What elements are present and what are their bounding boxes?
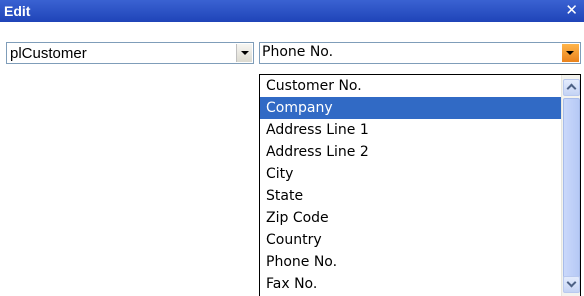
dropdown-option[interactable]: Address Line 2 — [260, 141, 561, 163]
dropdown-option[interactable]: Fax No. — [260, 273, 561, 295]
scroll-thumb[interactable] — [563, 98, 580, 278]
object-combo-dropdown-button[interactable] — [236, 44, 252, 62]
dropdown-option[interactable]: City — [260, 163, 561, 185]
dropdown-option[interactable]: Address Line 1 — [260, 119, 561, 141]
dropdown-option[interactable]: Company — [260, 97, 561, 119]
dropdown-option[interactable]: Phone No. — [260, 251, 561, 273]
dropdown-option[interactable]: Customer No. — [260, 75, 561, 97]
chevron-down-icon — [566, 51, 574, 55]
dropdown-option[interactable]: State — [260, 185, 561, 207]
field-combo-value: Phone No. — [262, 44, 334, 60]
close-icon[interactable]: ✕ — [565, 1, 578, 19]
field-dropdown-list[interactable]: Customer No. Company Address Line 1 Address… — [259, 74, 581, 296]
field-combo-dropdown-button[interactable] — [562, 44, 579, 62]
dropdown-option[interactable]: Country — [260, 229, 561, 251]
window-title: Edit — [4, 3, 31, 19]
chevron-up-icon — [566, 83, 577, 94]
dropdown-scrollbar[interactable] — [561, 75, 580, 296]
object-combo[interactable]: plCustomer — [6, 42, 254, 64]
object-combo-value: plCustomer — [10, 45, 87, 62]
chevron-down-icon — [566, 277, 577, 288]
chevron-down-icon — [241, 51, 249, 55]
scroll-down-button[interactable] — [563, 276, 580, 293]
scroll-up-button[interactable] — [563, 79, 580, 96]
dropdown-option[interactable]: Zip Code — [260, 207, 561, 229]
title-bar: Edit ✕ — [0, 0, 584, 22]
field-combo[interactable]: Phone No. — [259, 42, 581, 64]
dropdown-items: Customer No. Company Address Line 1 Address… — [260, 75, 561, 295]
